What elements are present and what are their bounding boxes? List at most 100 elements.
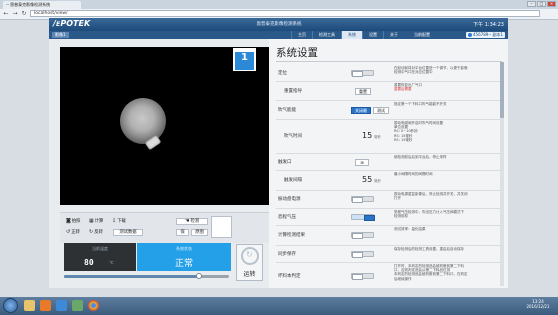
page-title: 系统设置 [276, 47, 318, 59]
scrollbar-thumb[interactable] [500, 62, 504, 118]
user-badge[interactable]: 456789-- 副本1 [466, 32, 505, 38]
setting-description: 指定第一个下料口吹气能能不开关 [394, 102, 494, 106]
setting-toggle[interactable] [351, 70, 374, 77]
status-label: 系统状态 [176, 246, 192, 251]
trigger-stepper[interactable]: ⊞ [355, 159, 369, 166]
download-icon: ⇩ [112, 218, 117, 224]
setting-label: 恐程气压 [278, 215, 296, 220]
app-logo: /ᴇPOTEK [53, 19, 91, 28]
setting-description-line: 最小间隔时间的间隔时间 [394, 172, 433, 176]
rotate-reverse-button[interactable]: ↻ 反转 [87, 229, 105, 236]
setting-unit: 毫秒 [374, 135, 381, 139]
setting-description-line: 使检测前后后到平台后，停止采样 [394, 155, 447, 159]
blow-test-button[interactable]: 测试 [373, 107, 389, 114]
inspect-label: 检测 [190, 219, 200, 224]
reset-button[interactable]: 重置 [355, 88, 371, 95]
setting-value[interactable]: 55 [362, 175, 372, 184]
settings-row: 吹气能能 关闭最 测试 指定第一个下料口吹气能能不开关 [276, 100, 502, 120]
setting-description-line: 重置后需要 [394, 87, 412, 92]
temperature-panel: 当前温度 80 ℃ [64, 243, 136, 271]
maximize-button[interactable]: □ [537, 1, 546, 7]
app-title: 恩普泰克影像检测系统 [256, 22, 302, 27]
close-button[interactable]: × [547, 1, 556, 7]
menu-item-tools[interactable]: 检测工具 [312, 31, 341, 39]
setting-toggle[interactable] [351, 214, 375, 221]
address-bar[interactable]: localhost/view/ [30, 10, 540, 17]
browser-tab[interactable]: -- 恩普泰克影像检测系统 [3, 1, 81, 9]
rotate-reverse-label: 反转 [94, 230, 103, 235]
toggle-knob [352, 71, 363, 77]
setting-toggle[interactable] [351, 196, 374, 203]
toggle-knob [352, 197, 363, 203]
clock: 下午 1:34:23 [473, 22, 504, 28]
settings-row: 坏料本判定 打开时，本判定的检测品会被判断到第二下料 口，否则判定品会从第二下料品位… [276, 262, 502, 291]
preview-box[interactable] [211, 216, 232, 238]
app-subheader: 影像1 主页 检测工具 系统 设置 关于 当前配置 456789-- 副本1 [49, 31, 508, 39]
explorer-icon[interactable] [56, 300, 67, 311]
hand-icon: ☚ [184, 218, 190, 224]
calculator-icon: ▦ [89, 218, 94, 224]
test-data-button[interactable]: 测试数据 [113, 229, 143, 236]
rotate-forward-button[interactable]: ↺ 正转 [64, 229, 82, 236]
blow-off-button[interactable]: 关闭最 [351, 107, 371, 114]
title-divider [276, 61, 502, 62]
run-button[interactable]: ↻ 运转 [236, 244, 263, 281]
setting-description: 恐程气压检测中，吹出压力计入气压阀模式下 检测前前 [394, 210, 494, 218]
capture-button[interactable]: ◙ 拍照 [64, 218, 82, 225]
setting-toggle[interactable] [351, 273, 374, 280]
app-icon[interactable] [72, 300, 83, 311]
menu-item-system[interactable]: 系统 [341, 31, 362, 39]
settings-scrollbar[interactable] [500, 62, 504, 286]
setting-toggle[interactable] [351, 232, 374, 239]
refresh-icon[interactable]: ↻ [20, 10, 28, 18]
original-image-button[interactable]: 原图 [191, 229, 208, 236]
download-button[interactable]: ⇩ 下载 [110, 218, 128, 225]
setting-description-line: 指定第一个下料口吹气能能不开关 [394, 102, 447, 106]
media-player-icon[interactable] [40, 300, 51, 311]
forward-arrow-icon[interactable]: → [11, 10, 19, 18]
chrome-icon[interactable] [88, 300, 99, 311]
settings-row: 恐程气压 恐程气压检测中，吹出压力计入气压阀模式下 检测前前 [276, 208, 502, 226]
settings-row: 吹气时间 15 毫秒 振动电磁阀开启时吹气时间设置 单位设置 RS: 0~10秒钟 RS: … [276, 119, 502, 154]
camera-tab[interactable]: 影像1 [52, 32, 69, 38]
folder-icon[interactable] [24, 300, 35, 311]
settings-row: 同步保存 保存检测后的检测工具设置，重启后自动保存 [276, 245, 502, 263]
calculate-button[interactable]: ▦ 计算 [87, 218, 105, 225]
toggle-knob [352, 233, 363, 239]
browser-tab-title: -- 恩普泰克影像检测系统 [6, 2, 51, 7]
menu-item-home[interactable]: 主页 [291, 31, 312, 39]
toggle-knob [364, 215, 375, 221]
menu-item-about[interactable]: 关于 [383, 31, 404, 39]
user-status-icon [468, 32, 473, 37]
setting-label: 定位 [278, 71, 287, 76]
save-label: 保 [180, 230, 185, 235]
setting-description: 振动电磁阀开启时吹气时间设置 单位设置 RS: 0~10秒钟 RS: 15毫秒 RS: … [394, 121, 494, 142]
inspect-button[interactable]: ☚ 检测 [176, 218, 208, 225]
setting-label: 吹气时间 [284, 134, 302, 139]
setting-description: 振动电源重复影像后，停止检测并开关，并关闭 打开 [394, 192, 494, 200]
settings-row: 触发口 ⊞ 使检测前后后到平台后，停止采样 [276, 153, 502, 171]
tray-date: 2016/12/21 [526, 304, 550, 309]
control-bar [60, 212, 271, 243]
channel-indicator[interactable]: 1 [233, 48, 256, 71]
menu-item-config[interactable]: 当前配置 [404, 31, 434, 39]
save-button[interactable]: 保 [176, 229, 189, 236]
setting-label: 触发口 [278, 160, 292, 165]
setting-toggle[interactable] [351, 251, 374, 258]
windows-start-icon[interactable] [3, 298, 18, 313]
tray-clock[interactable]: 13:24 2016/12/21 [520, 299, 556, 309]
setting-value[interactable]: 15 [362, 131, 372, 140]
setting-description-line: 检测前前 [394, 214, 408, 219]
setting-label: 吹气能能 [278, 108, 296, 113]
temperature-unit: ℃ [109, 260, 114, 265]
temperature-label: 当前温度 [92, 246, 108, 251]
back-arrow-icon[interactable]: ← [2, 10, 10, 18]
minimize-button[interactable]: – [527, 1, 536, 7]
menu-item-settings[interactable]: 设置 [362, 31, 383, 39]
main-menu: 主页 检测工具 系统 设置 关于 当前配置 [291, 31, 434, 39]
taskbar: 13:24 2016/12/21 [0, 297, 558, 315]
window-controls: – □ × [527, 1, 556, 7]
speed-slider[interactable] [64, 273, 229, 279]
setting-description-line: 后继续操作 [394, 276, 412, 281]
toggle-knob [352, 274, 363, 280]
